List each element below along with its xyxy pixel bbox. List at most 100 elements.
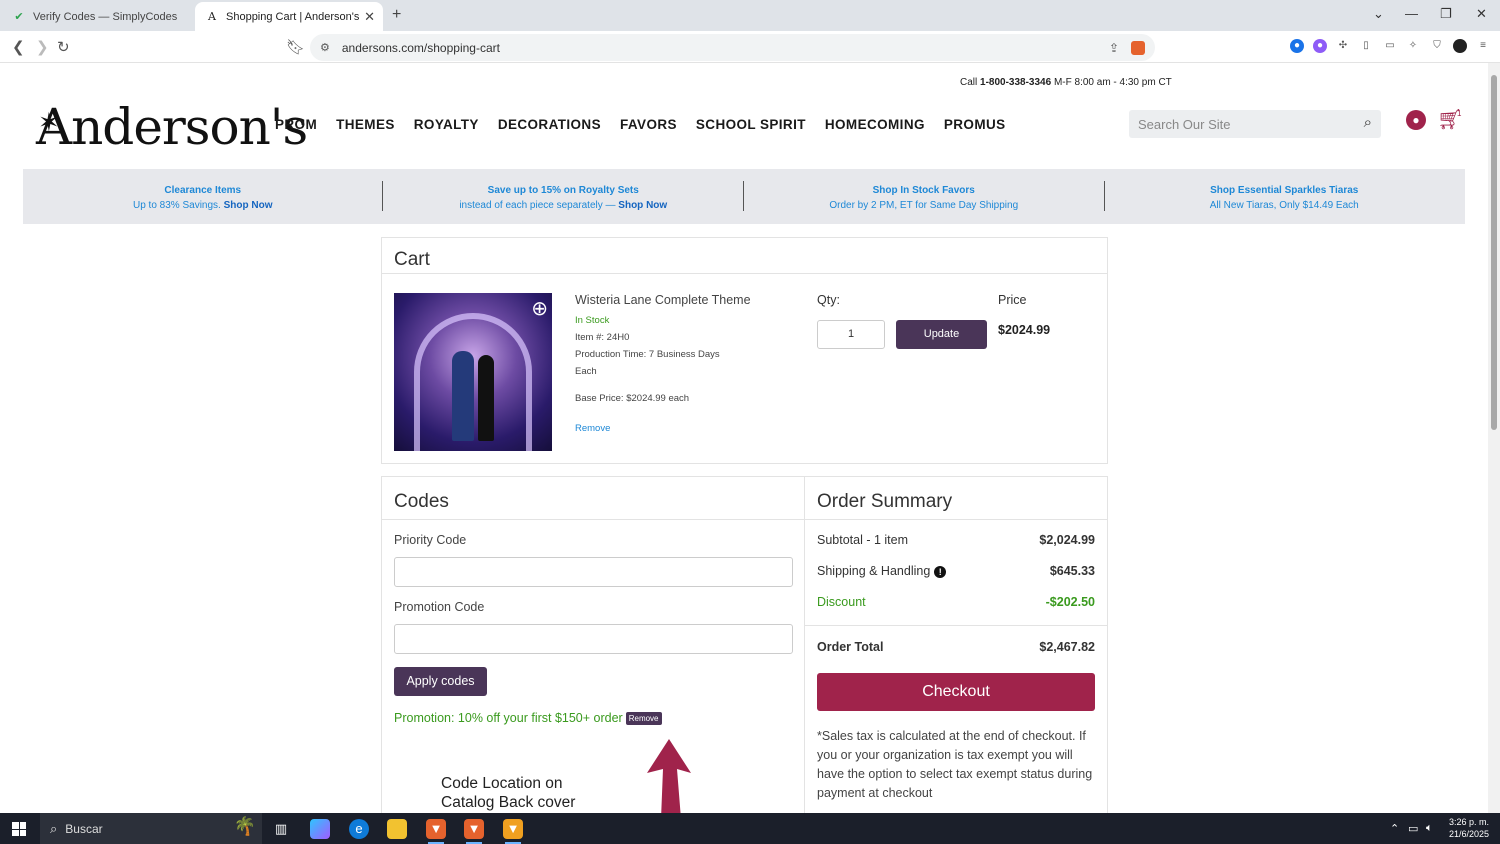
promo-royalty[interactable]: Save up to 15% on Royalty Sets instead o… <box>384 169 745 224</box>
promo-cta[interactable]: Shop Now <box>618 200 667 211</box>
promo-title: Shop In Stock Favors <box>872 185 975 196</box>
discount-label: Discount <box>817 595 866 609</box>
annotation-line-2: Catalog Back cover <box>441 794 576 811</box>
code-location-annotation: Code Location on Catalog Back cover <box>441 774 575 812</box>
shipping-info-icon[interactable]: ! <box>934 566 947 578</box>
brave-beta-icon[interactable]: ▼ <box>503 819 523 844</box>
new-tab-icon[interactable]: + <box>392 6 401 24</box>
bookmark-icon[interactable]: 🔖︎ <box>286 38 305 56</box>
task-view-icon[interactable]: ▥ <box>271 819 291 839</box>
nav-homecoming[interactable]: HOMECOMING <box>825 117 925 132</box>
extension-icon[interactable]: ● <box>1290 39 1304 53</box>
phone-number[interactable]: 1-800-338-3346 <box>980 77 1051 88</box>
nav-prom[interactable]: PROM <box>275 117 317 132</box>
subtotal-row: Subtotal - 1 item $2,024.99 <box>817 533 1095 547</box>
remove-promotion-button[interactable]: Remove <box>625 711 662 725</box>
edge-icon[interactable]: e <box>349 819 369 839</box>
order-total-row: Order Total $2,467.82 <box>817 640 1095 654</box>
priority-code-label: Priority Code <box>394 533 467 547</box>
checkout-button[interactable]: Checkout <box>817 673 1095 711</box>
cart-heading: Cart <box>382 238 1107 274</box>
promo-strip: Clearance Items Up to 83% Savings. Shop … <box>23 169 1465 224</box>
clock-time: 3:26 p. m. <box>1448 817 1489 827</box>
taskbar-clock[interactable]: 3:26 p. m. 21/6/2025 <box>1449 816 1489 840</box>
product-name[interactable]: Wisteria Lane Complete Theme <box>575 293 751 307</box>
promo-cta[interactable]: Shop Now <box>224 200 273 211</box>
promo-sub: instead of each piece separately — <box>459 200 619 211</box>
promotion-code-input[interactable] <box>394 624 793 654</box>
sidebar-icon[interactable]: ▯ <box>1359 39 1373 53</box>
url-field[interactable]: ⚙ andersons.com/shopping-cart ⇪ <box>310 34 1155 61</box>
leo-icon[interactable]: ✧ <box>1406 39 1420 53</box>
brave-icon[interactable]: ▼ <box>426 819 446 844</box>
minimize-icon[interactable]: — <box>1405 6 1418 21</box>
wallet-icon[interactable]: ▭ <box>1383 39 1397 53</box>
zoom-icon[interactable]: ⊕ <box>531 296 548 321</box>
nav-promus[interactable]: PROMUS <box>944 117 1006 132</box>
call-line: Call 1-800-338-3346 M-F 8:00 am - 4:30 p… <box>960 77 1172 88</box>
file-explorer-icon[interactable] <box>387 819 407 839</box>
extension-purple-icon[interactable]: ● <box>1313 39 1327 53</box>
subtotal-value: $2,024.99 <box>1039 533 1095 547</box>
close-tab-icon[interactable]: ✕ <box>364 9 375 25</box>
apply-codes-button[interactable]: Apply codes <box>394 667 487 696</box>
search-highlight-icon: 🌴 <box>233 816 256 836</box>
volume-icon[interactable]: 🔈︎ <box>1426 822 1433 835</box>
back-icon[interactable]: ❮ <box>12 38 25 56</box>
vpn-icon[interactable]: ⛉ <box>1430 39 1444 53</box>
nav-favors[interactable]: FAVORS <box>620 117 677 132</box>
brave-icon-2[interactable]: ▼ <box>464 819 484 844</box>
priority-code-input[interactable] <box>394 557 793 587</box>
promo-tiaras[interactable]: Shop Essential Sparkles Tiaras All New T… <box>1105 169 1466 224</box>
brave-shield-icon[interactable] <box>1131 40 1145 55</box>
scroll-thumb[interactable] <box>1491 75 1497 430</box>
promo-clearance[interactable]: Clearance Items Up to 83% Savings. Shop … <box>23 169 384 224</box>
promo-divider <box>743 181 744 211</box>
applied-promotion-text: Promotion: 10% off your first $150+ orde… <box>394 711 623 725</box>
site-settings-icon[interactable]: ⚙ <box>320 41 330 54</box>
main-nav: PROM THEMES ROYALTY DECORATIONS FAVORS S… <box>275 117 1006 132</box>
tab-andersons[interactable]: A Shopping Cart | Anderson's ✕ <box>195 2 383 31</box>
nav-royalty[interactable]: ROYALTY <box>414 117 479 132</box>
unit-label: Each <box>575 366 597 377</box>
tab-simplycodes[interactable]: ✔ Verify Codes — SimplyCodes <box>2 2 190 31</box>
tray-chevron-icon[interactable]: ⌃ <box>1390 822 1399 835</box>
cart-panel: Cart ⊕ Wisteria Lane Complete Theme In S… <box>381 237 1108 464</box>
nav-decorations[interactable]: DECORATIONS <box>498 117 601 132</box>
page-scrollbar[interactable] <box>1488 63 1500 813</box>
quantity-input[interactable]: 1 <box>817 320 885 349</box>
andersons-logo[interactable]: Anderson's ✶ <box>36 98 308 156</box>
promo-favors[interactable]: Shop In Stock Favors Order by 2 PM, ET f… <box>744 169 1105 224</box>
copilot-icon[interactable] <box>310 819 330 839</box>
share-icon[interactable]: ⇪ <box>1109 41 1119 55</box>
profile-icon[interactable] <box>1453 39 1467 53</box>
tab-list-icon[interactable]: ⌄ <box>1373 6 1384 22</box>
reload-icon[interactable]: ↻ <box>57 38 70 56</box>
close-window-icon[interactable]: ✕ <box>1476 6 1487 22</box>
figure-dress <box>452 351 474 441</box>
puzzle-icon[interactable]: ✣ <box>1336 39 1350 53</box>
promo-sub: Up to 83% Savings. <box>133 200 224 211</box>
shipping-label: Shipping & Handling <box>817 564 931 578</box>
network-icon[interactable]: ▭ <box>1408 822 1418 835</box>
site-search-input[interactable]: Search Our Site ⌕ <box>1129 110 1381 138</box>
remove-item-link[interactable]: Remove <box>575 423 610 434</box>
base-price: Base Price: $2024.99 each <box>575 393 690 404</box>
account-icon[interactable]: ● <box>1406 110 1426 130</box>
forward-icon[interactable]: ❯ <box>36 38 49 56</box>
update-button[interactable]: Update <box>896 320 987 349</box>
restore-icon[interactable]: ❐ <box>1440 6 1452 22</box>
taskbar-search[interactable]: ⌕ Buscar 🌴 <box>40 813 262 844</box>
search-icon[interactable]: ⌕ <box>1364 114 1372 131</box>
windows-start-icon[interactable] <box>12 822 26 836</box>
order-summary-heading: Order Summary <box>805 477 1107 520</box>
shipping-row: Shipping & Handling! $645.33 <box>817 564 1095 578</box>
nav-school-spirit[interactable]: SCHOOL SPIRIT <box>696 117 806 132</box>
nav-themes[interactable]: THEMES <box>336 117 395 132</box>
menu-icon[interactable]: ≡ <box>1476 39 1490 53</box>
subtotal-label: Subtotal - 1 item <box>817 533 909 547</box>
promo-sub: Order by 2 PM, ET for Same Day Shipping <box>829 200 1019 211</box>
tax-note: *Sales tax is calculated at the end of c… <box>817 729 1093 800</box>
shipping-value: $645.33 <box>1049 564 1095 578</box>
product-image[interactable]: ⊕ <box>394 293 552 451</box>
